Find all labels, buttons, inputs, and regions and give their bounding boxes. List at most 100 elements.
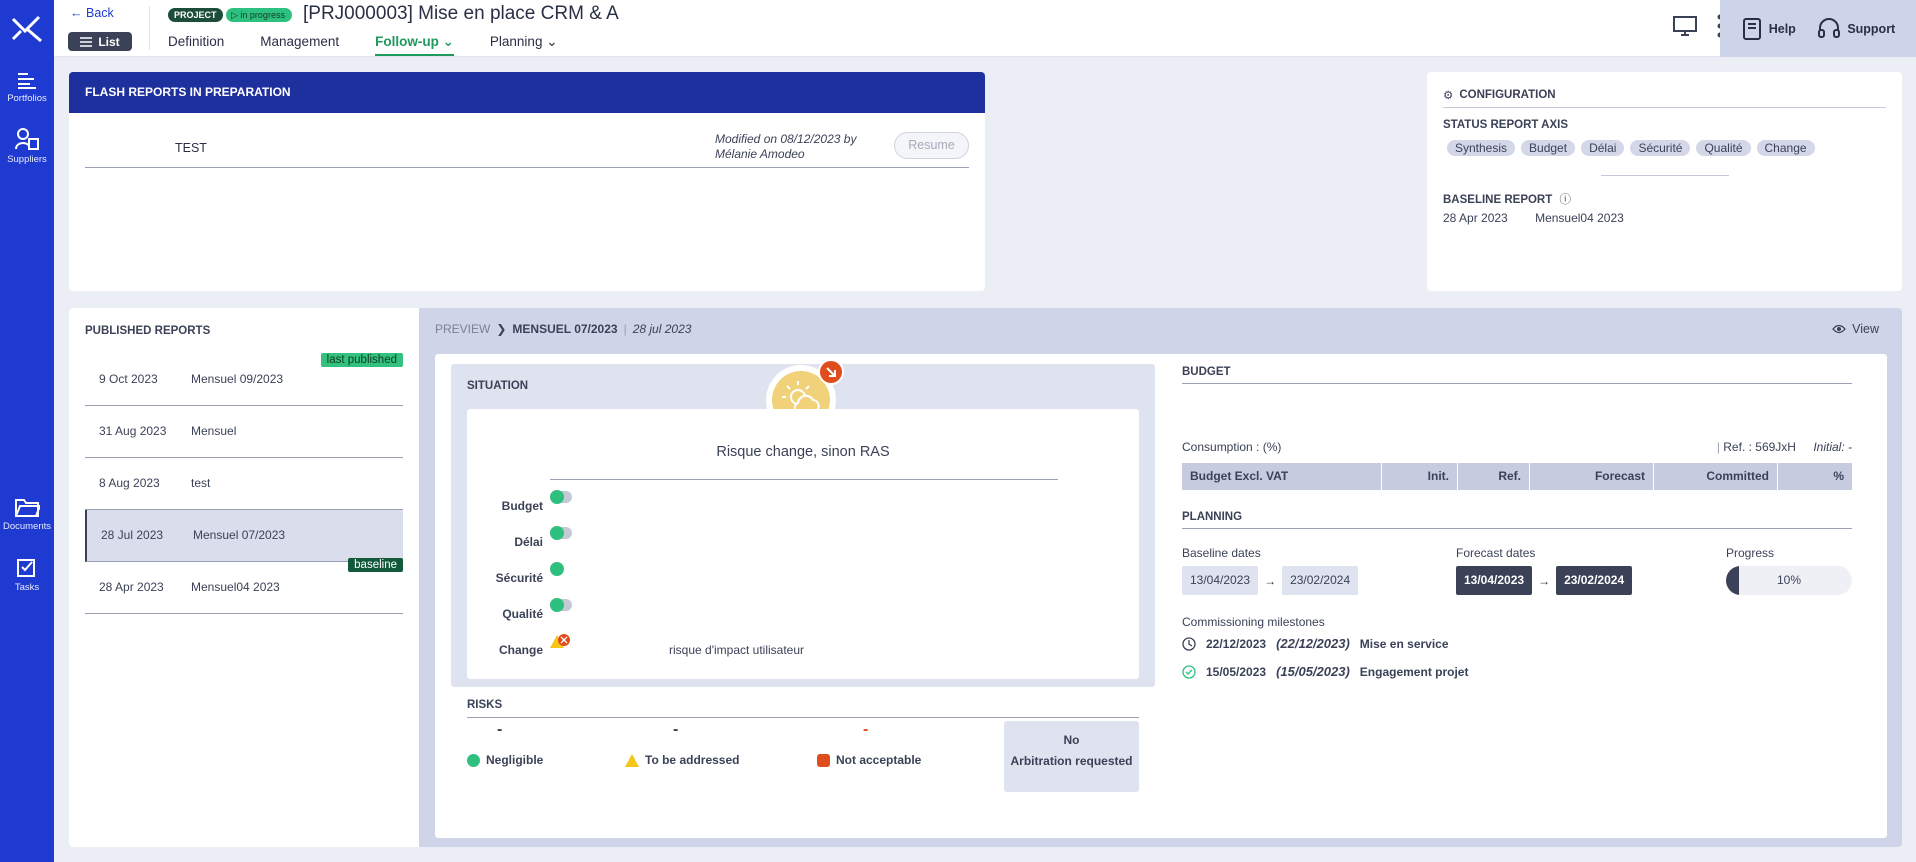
tab-label: Management [260, 34, 340, 49]
last-published-badge: last published [320, 353, 403, 367]
baseline-report-values: 28 Apr 2023 Mensuel04 2023 [1443, 211, 1624, 225]
headset-icon [1818, 17, 1841, 38]
book-icon [1742, 17, 1761, 40]
risk-legend-label: To be addressed [645, 753, 740, 767]
report-name: Mensuel 07/2023 [193, 528, 286, 542]
budget-table-header: Budget Excl. VAT Init. Ref. Forecast Com… [1182, 463, 1852, 490]
risk-value: - [673, 721, 679, 738]
divider [1601, 175, 1729, 176]
configuration-card: ⚙ CONFIGURATION STATUS REPORT AXIS Synth… [1427, 72, 1902, 291]
back-link[interactable]: ← Back [70, 6, 114, 20]
report-date: 28 Apr 2023 [99, 580, 164, 594]
top-bar: ← Back List PROJECT ▷ in progress [PRJ00… [54, 0, 1916, 57]
rail-item-portfolios[interactable]: Portfolios [0, 70, 54, 104]
eye-icon [1832, 324, 1846, 334]
report-name: test [191, 476, 211, 490]
rail-item-tasks[interactable]: Tasks [0, 555, 54, 593]
gear-icon[interactable]: ⚙ [1443, 88, 1453, 102]
help-button[interactable]: Help [1741, 17, 1796, 41]
risk-negligible-count: - [497, 721, 502, 739]
view-button[interactable]: View [1832, 322, 1879, 336]
progress-value: 10% [1776, 573, 1802, 587]
report-name: Mensuel [191, 424, 237, 438]
rail-item-suppliers[interactable]: Suppliers [0, 127, 54, 165]
rail-label: Suppliers [7, 154, 47, 165]
consumption-row: Consumption : (%) | Ref. : 569JxH Initia… [1182, 440, 1852, 454]
column-header: Ref. [1458, 463, 1530, 490]
flash-report-row[interactable]: TEST Modified on 08/12/2023 by Mélanie A… [85, 130, 969, 168]
baseline-dates: 13/04/2023 → 23/02/2024 [1182, 566, 1359, 595]
arrow-right-icon: → [1264, 573, 1277, 588]
arbitration-line1: No [1063, 733, 1080, 747]
tab-definition[interactable]: Definition [168, 34, 224, 56]
rail-label: Portfolios [7, 93, 47, 104]
report-name: Mensuel 09/2023 [191, 372, 284, 386]
published-report-row[interactable]: 8 Aug 2023 test [85, 458, 403, 510]
published-report-row[interactable]: 9 Oct 2023 Mensuel 09/2023 last publishe… [85, 353, 403, 406]
resume-button[interactable]: Resume [894, 132, 969, 159]
support-button[interactable]: Support [1817, 17, 1895, 41]
preview-report-date: 28 jul 2023 [632, 322, 692, 336]
info-icon[interactable]: ⓘ [1559, 194, 1571, 206]
trend-down-icon [818, 359, 844, 385]
tab-label: Planning [489, 34, 543, 49]
axis-chip: Sécurité [1630, 140, 1691, 156]
red-square-icon [817, 753, 830, 767]
back-label: Back [85, 6, 114, 20]
forecast-dates-label: Forecast dates [1456, 546, 1536, 560]
chevron-down-icon: ⌄ [546, 34, 558, 49]
axis-label: Change [498, 643, 543, 657]
risk-legend-label: Not acceptable [836, 753, 922, 767]
list-button[interactable]: List [68, 32, 132, 51]
flash-reports-title: FLASH REPORTS IN PREPARATION [69, 72, 985, 113]
risks-title: RISKS [467, 699, 1139, 718]
axis-label: Qualité [502, 607, 543, 621]
flash-report-name: TEST [175, 141, 207, 155]
consumption-label: Consumption : (%) [1182, 440, 1282, 454]
portfolios-icon [18, 73, 36, 89]
monitor-icon[interactable] [1672, 15, 1698, 37]
risk-value: - [863, 721, 869, 738]
published-report-row-selected[interactable]: 28 Jul 2023 Mensuel 07/2023 baseline [85, 510, 403, 572]
risk-value: - [497, 721, 503, 738]
published-reports-title: PUBLISHED REPORTS [85, 325, 211, 337]
published-report-row[interactable]: 28 Apr 2023 Mensuel04 2023 [85, 562, 403, 614]
yellow-triangle-icon [625, 753, 639, 767]
situation-comment: Risque change, sinon RAS [716, 444, 890, 460]
milestone-date: 22/12/2023 [1206, 636, 1267, 651]
axis-chip: Change [1756, 140, 1815, 156]
column-header: % [1833, 469, 1844, 483]
help-zone: Help Support [1720, 0, 1916, 57]
report-preview: SITUATION Risque change, sinon RAS Budge… [435, 354, 1887, 838]
rail-item-documents[interactable]: Documents [0, 496, 54, 532]
app-logo-icon[interactable] [9, 9, 45, 45]
project-badge: PROJECT [168, 8, 223, 22]
axis-label: Budget [501, 499, 543, 513]
axis-label: Sécurité [495, 571, 543, 585]
tab-planning[interactable]: Planning ⌄ [490, 34, 558, 56]
suppliers-icon [15, 128, 39, 150]
arrow-right-icon: → [1538, 573, 1551, 588]
rail-label: Tasks [14, 582, 40, 593]
status-toggle [550, 526, 572, 540]
forecast-dates: 13/04/2023 → 23/02/2024 [1456, 566, 1633, 595]
column-header: Committed [1654, 463, 1778, 490]
axis-chip: Délai [1581, 140, 1625, 156]
report-date: 28 Jul 2023 [101, 528, 164, 542]
tab-management[interactable]: Management [260, 34, 339, 56]
tab-label: Follow-up [375, 34, 439, 49]
baseline-dates-label: Baseline dates [1182, 546, 1261, 560]
divider [149, 6, 150, 50]
planning-title: PLANNING [1182, 511, 1852, 529]
support-label: Support [1847, 21, 1896, 36]
page-title: [PRJ000003] Mise en place CRM & A [303, 3, 619, 24]
milestone-row: 22/12/2023 (22/12/2023) Mise en service [1182, 636, 1449, 651]
published-report-row[interactable]: 31 Aug 2023 Mensuel [85, 406, 403, 458]
tab-follow-up[interactable]: Follow-up ⌄ [375, 34, 454, 56]
milestone-forecast: (22/12/2023) [1276, 636, 1350, 651]
column-header: Init. [1382, 463, 1458, 490]
flash-report-modified: Modified on 08/12/2023 by Mélanie Amodeo [715, 132, 857, 161]
axis-chip: Qualité [1696, 140, 1751, 156]
baseline-report-header: BASELINE REPORT ⓘ [1443, 191, 1571, 207]
report-date: 9 Oct 2023 [99, 372, 158, 386]
